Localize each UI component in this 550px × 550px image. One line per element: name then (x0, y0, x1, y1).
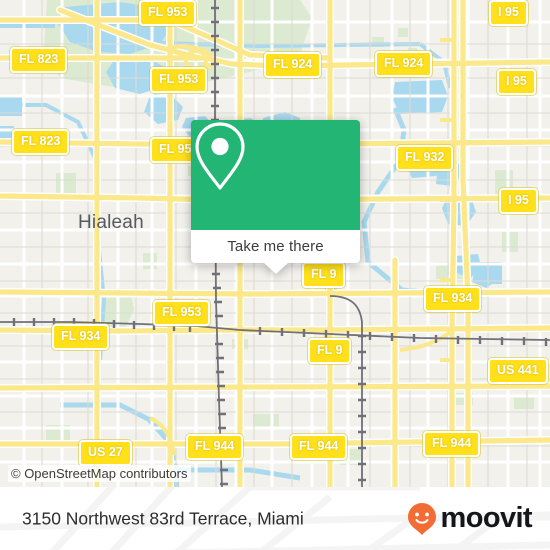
moovit-pin-icon (407, 502, 436, 535)
map-road-shield: FL 944 (423, 431, 481, 457)
moovit-logo[interactable]: moovit (407, 502, 533, 536)
map-pin-icon (195, 122, 245, 190)
map-road-shield: US 27 (79, 440, 132, 466)
map-road-shield: FL 932 (396, 145, 454, 171)
map-road-shield: FL 934 (52, 324, 110, 350)
moovit-map-screenshot: Hialeah FL 953 FL 823 FL 953 FL 924 FL 924 I … (0, 0, 550, 550)
map-road-shield: FL 823 (12, 129, 70, 155)
map-attribution[interactable]: © OpenStreetMap contributors (8, 465, 191, 482)
map-road-shield: I 95 (499, 188, 538, 214)
map-road-shield: FL 9 (302, 262, 346, 288)
popup-card-action[interactable]: Take me there (191, 230, 360, 263)
map-road-shield: US 441 (488, 358, 548, 384)
map-road-shield: FL 953 (139, 0, 197, 26)
map-city-label-hialeah: Hialeah (78, 212, 144, 233)
map-road-shield: FL 9 (308, 338, 352, 364)
map-road-shield: I 95 (497, 69, 536, 95)
map-road-shield: FL 953 (153, 300, 211, 326)
footer-bar: 3150 Northwest 83rd Terrace, Miami moovi… (0, 487, 550, 550)
map-road-shield: FL 924 (375, 51, 433, 77)
map-road-shield: I 95 (489, 0, 528, 26)
moovit-wordmark: moovit (440, 502, 533, 534)
popup-card-image (191, 120, 360, 230)
take-me-there-label: Take me there (227, 238, 324, 255)
map-road-shield: FL 944 (290, 434, 348, 460)
map-canvas[interactable]: Hialeah FL 953 FL 823 FL 953 FL 924 FL 924 I … (0, 0, 550, 487)
map-road-shield: FL 934 (424, 286, 482, 312)
map-road-shield: FL 944 (186, 434, 244, 460)
footer-address-text: 3150 Northwest 83rd Terrace, Miami (22, 508, 304, 528)
map-road-shield: FL 823 (10, 47, 68, 73)
popup-card-pointer (263, 263, 288, 274)
destination-popup-card[interactable]: Take me there (191, 120, 360, 274)
map-road-shield: FL 953 (150, 67, 208, 93)
map-road-shield: FL 924 (264, 52, 322, 78)
